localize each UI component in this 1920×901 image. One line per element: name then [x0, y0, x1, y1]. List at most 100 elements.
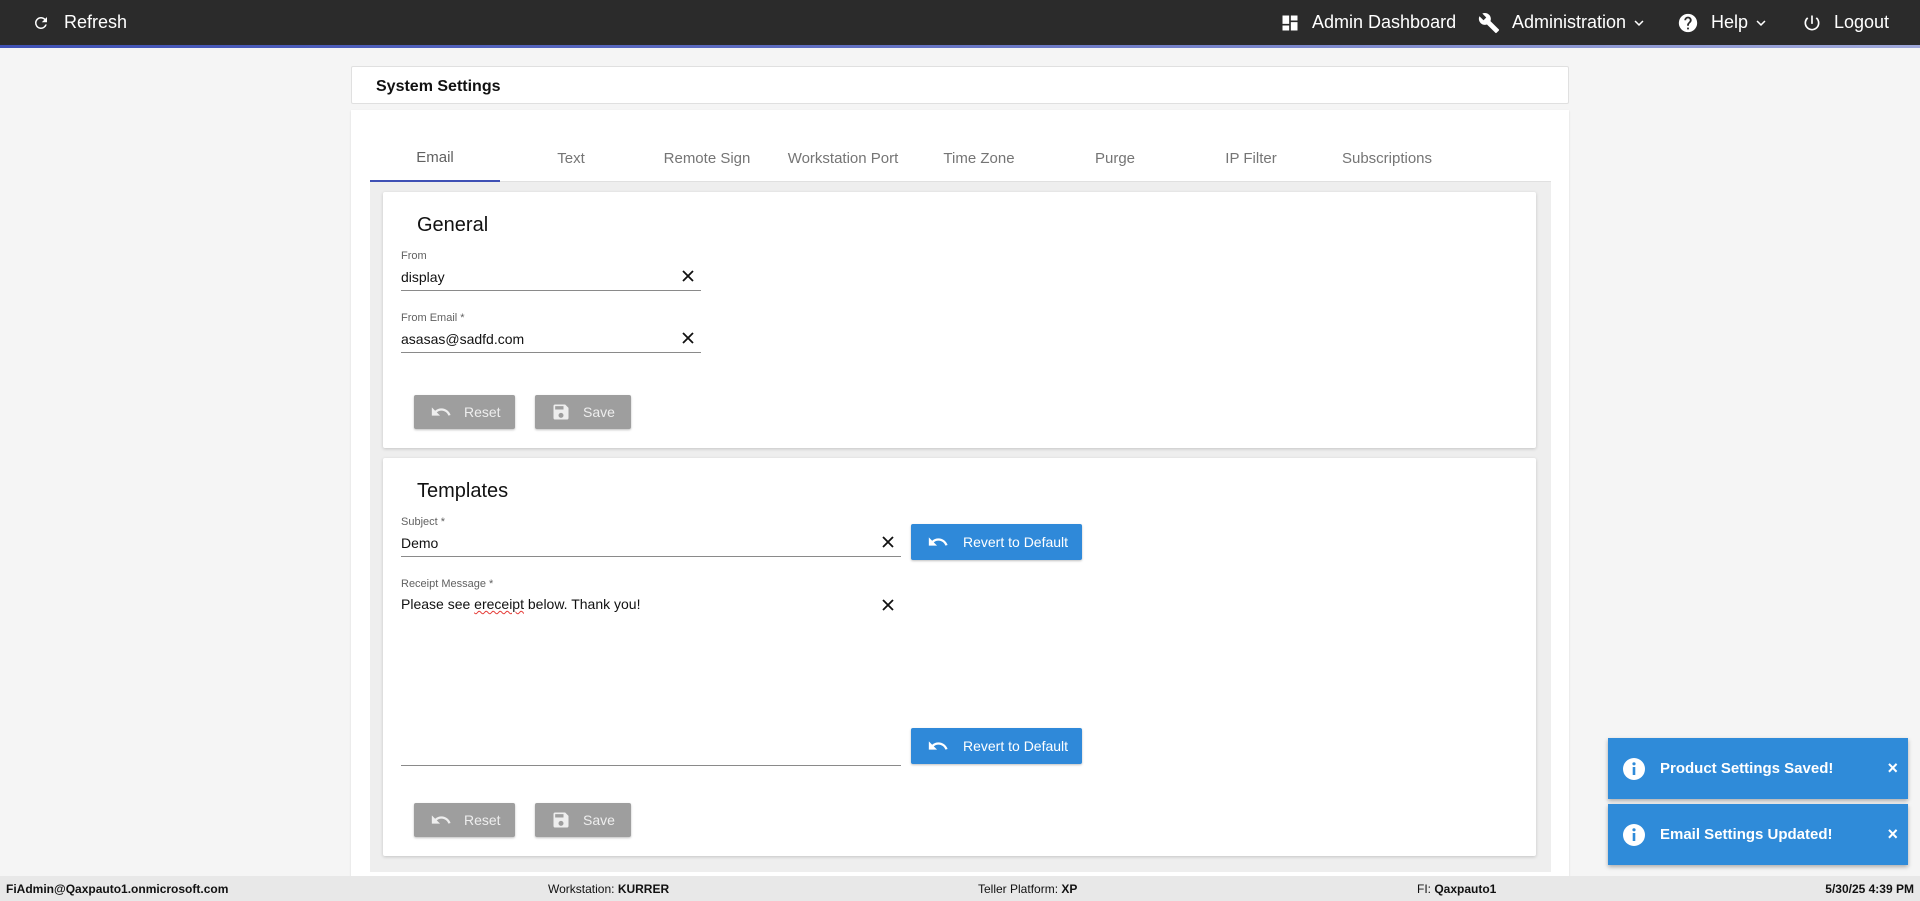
toast-product-settings: Product Settings Saved! ×: [1608, 738, 1908, 799]
help-menu[interactable]: Help: [1677, 0, 1770, 45]
from-email-input[interactable]: asasas@sadfd.com: [401, 329, 701, 353]
tab-time-zone[interactable]: Time Zone: [914, 135, 1044, 182]
status-fi-label: FI:: [1417, 882, 1435, 896]
templates-section: Templates Subject * Demo Revert to Defau…: [383, 458, 1536, 856]
from-input[interactable]: display: [401, 267, 701, 291]
status-bar: FiAdmin@Qaxpauto1.onmicrosoft.com Workst…: [0, 876, 1920, 901]
tab-email[interactable]: Email: [370, 135, 500, 182]
power-icon: [1804, 15, 1820, 30]
administration-menu[interactable]: Administration: [1478, 0, 1648, 45]
from-email-label: From Email *: [401, 312, 465, 324]
revert-label: Revert to Default: [963, 738, 1069, 754]
undo-icon: [431, 815, 451, 824]
templates-title: Templates: [417, 480, 509, 502]
close-icon: [882, 536, 894, 548]
status-platform-value: XP: [1061, 882, 1078, 896]
dashboard-icon: [1282, 15, 1298, 30]
toast-email-settings: Email Settings Updated! ×: [1608, 804, 1908, 865]
subject-field: Subject * Demo: [401, 516, 901, 557]
subject-label: Subject *: [401, 516, 446, 528]
info-icon: [1623, 757, 1645, 780]
general-title: General: [417, 214, 489, 236]
revert-label: Revert to Default: [963, 534, 1069, 550]
tab-purge[interactable]: Purge: [1050, 135, 1180, 182]
tab-label: IP Filter: [1225, 150, 1277, 167]
help-label: Help: [1711, 12, 1749, 32]
tab-workstation-port[interactable]: Workstation Port: [778, 135, 908, 182]
general-reset-button[interactable]: Reset: [414, 395, 515, 429]
top-navbar: Refresh Admin Dashboard Administration H…: [0, 0, 1920, 45]
clear-receipt-button[interactable]: [881, 598, 895, 761]
settings-tabs: Email Text Remote Sign Workstation Port …: [370, 135, 1551, 182]
info-icon: [1623, 823, 1645, 846]
receipt-message-field: Receipt Message * Please see ereceipt be…: [401, 578, 901, 766]
templates-save-button[interactable]: Save: [535, 803, 631, 837]
close-icon: [682, 270, 694, 282]
tab-remote-sign[interactable]: Remote Sign: [642, 135, 772, 182]
chevron-down-icon: [1756, 19, 1766, 26]
refresh-button[interactable]: Refresh: [32, 0, 127, 45]
clear-from-email-button[interactable]: [681, 331, 695, 345]
general-save-button[interactable]: Save: [535, 395, 631, 429]
revert-subject-button[interactable]: Revert to Default: [911, 524, 1082, 560]
status-fi: FI: Qaxpauto1: [1417, 882, 1496, 896]
revert-receipt-button[interactable]: Revert to Default: [911, 728, 1082, 764]
status-workstation-label: Workstation:: [548, 882, 618, 896]
wrench-icon: [1478, 12, 1500, 33]
topbar-accent-line: [0, 45, 1920, 48]
help-icon: [1678, 13, 1698, 32]
status-platform-label: Teller Platform:: [978, 882, 1062, 896]
tab-label: Remote Sign: [663, 150, 751, 167]
undo-icon: [928, 537, 948, 546]
refresh-label: Refresh: [64, 12, 128, 32]
toast-message: Product Settings Saved!: [1660, 760, 1834, 777]
page-title: System Settings: [376, 78, 501, 95]
subject-input[interactable]: Demo: [401, 533, 901, 557]
save-label: Save: [583, 404, 615, 420]
administration-label: Administration: [1512, 12, 1627, 32]
tab-label: Workstation Port: [787, 150, 899, 167]
tab-label: Email: [416, 149, 454, 166]
close-icon: [882, 599, 894, 611]
tab-label: Text: [557, 150, 585, 167]
from-email-value: asasas@sadfd.com: [401, 331, 525, 347]
save-label: Save: [583, 812, 615, 828]
receipt-message-value: Please see ereceipt below. Thank you!: [401, 596, 640, 612]
page-header: System Settings: [351, 66, 1569, 104]
receipt-message-label: Receipt Message *: [401, 578, 494, 590]
status-datetime: 5/30/25 4:39 PM: [1825, 882, 1914, 896]
chevron-down-icon: [1634, 19, 1644, 26]
logout-button[interactable]: Logout: [1802, 0, 1889, 45]
tab-label: Time Zone: [943, 150, 1015, 167]
clear-subject-button[interactable]: [881, 535, 895, 549]
save-icon: [553, 812, 569, 828]
tab-subscriptions[interactable]: Subscriptions: [1322, 135, 1452, 182]
logout-label: Logout: [1834, 12, 1890, 32]
from-label: From: [401, 250, 427, 262]
undo-icon: [431, 407, 451, 416]
general-section: General From display From Email * asasas…: [383, 192, 1536, 448]
admin-dashboard-label: Admin Dashboard: [1312, 12, 1457, 32]
receipt-message-textarea[interactable]: Please see ereceipt below. Thank you!: [401, 596, 901, 766]
status-datetime-value: 5/30/25 4:39 PM: [1825, 882, 1914, 896]
templates-reset-button[interactable]: Reset: [414, 803, 515, 837]
status-fi-value: Qaxpauto1: [1434, 882, 1497, 896]
undo-icon: [928, 741, 948, 750]
admin-dashboard-link[interactable]: Admin Dashboard: [1280, 0, 1456, 45]
refresh-icon: [34, 16, 47, 29]
status-platform: Teller Platform: XP: [978, 882, 1077, 896]
reset-label: Reset: [464, 404, 501, 420]
from-field: From display: [401, 250, 701, 291]
reset-label: Reset: [464, 812, 501, 828]
toast-close-button[interactable]: ×: [1887, 758, 1898, 779]
tab-text[interactable]: Text: [506, 135, 636, 182]
toast-close-button[interactable]: ×: [1887, 824, 1898, 845]
from-value: display: [401, 269, 445, 285]
tab-label: Subscriptions: [1341, 150, 1433, 167]
tab-ip-filter[interactable]: IP Filter: [1186, 135, 1316, 182]
status-user-value: FiAdmin@Qaxpauto1.onmicrosoft.com: [6, 882, 229, 896]
receipt-text-end: below. Thank you!: [523, 596, 641, 612]
subject-value: Demo: [401, 535, 439, 551]
save-icon: [553, 404, 569, 420]
clear-from-button[interactable]: [681, 269, 695, 283]
